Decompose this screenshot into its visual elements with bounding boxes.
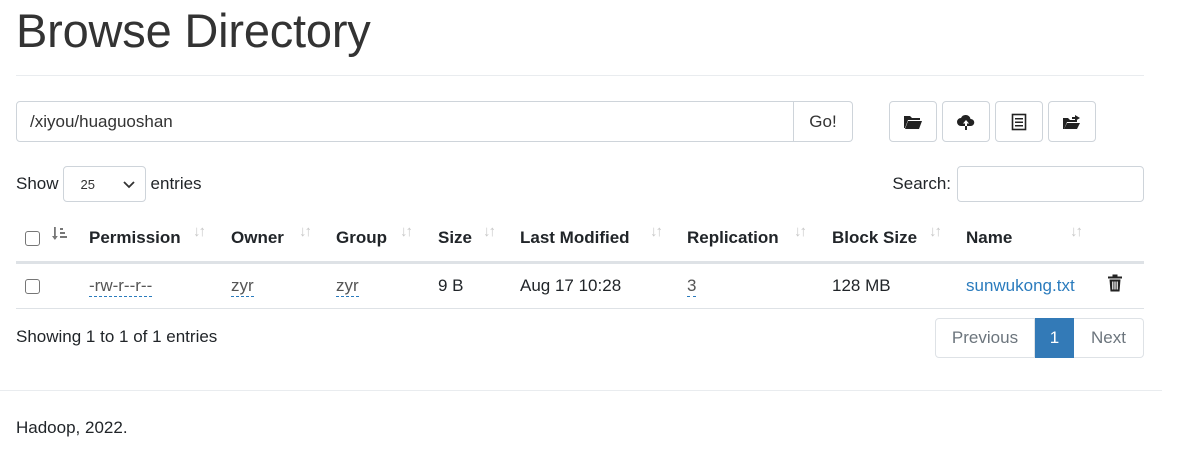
- column-label: Replication: [687, 228, 779, 248]
- entries-label: entries: [150, 174, 202, 193]
- sort-icon: ↓↑: [794, 223, 807, 240]
- column-block-size[interactable]: Block Size ↓↑: [832, 216, 966, 264]
- column-label: Size: [438, 228, 473, 248]
- group-cell: zyr: [336, 262, 438, 309]
- column-owner[interactable]: Owner ↓↑: [231, 216, 336, 264]
- size-cell: 9 B: [438, 262, 520, 309]
- search-input[interactable]: [957, 166, 1144, 202]
- sort-amount-icon[interactable]: [52, 226, 68, 247]
- sort-icon: ↓↑: [483, 223, 496, 240]
- page-button-current[interactable]: 1: [1035, 318, 1074, 358]
- sort-icon: ↓↑: [1070, 223, 1083, 240]
- path-bar: Go!: [16, 101, 853, 142]
- column-label: Name: [966, 228, 1013, 248]
- delete-icon[interactable]: [1107, 274, 1123, 297]
- owner-cell: zyr: [231, 262, 336, 309]
- replication-value[interactable]: 3: [687, 275, 697, 297]
- table-header-row: Permission ↓↑ Owner ↓↑ Group ↓↑ Size ↓↑ Last…: [16, 216, 1144, 264]
- column-label: Group: [336, 228, 387, 248]
- header-divider: [16, 75, 1144, 76]
- next-button[interactable]: Next: [1074, 318, 1144, 358]
- column-size[interactable]: Size ↓↑: [438, 216, 520, 264]
- permission-cell: -rw-r--r--: [89, 262, 231, 309]
- length-menu: Show 25 entries: [16, 166, 202, 202]
- sort-icon: ↓↑: [299, 223, 312, 240]
- page-title: Browse Directory: [16, 4, 371, 57]
- replication-cell: 3: [687, 262, 832, 309]
- table-info: Showing 1 to 1 of 1 entries: [16, 327, 218, 346]
- block-size-cell: 128 MB: [832, 262, 966, 309]
- permission-value[interactable]: -rw-r--r--: [89, 275, 153, 297]
- move-button[interactable]: [1048, 101, 1096, 142]
- column-last-modified[interactable]: Last Modified ↓↑: [520, 216, 687, 264]
- actions-cell: [1107, 262, 1144, 309]
- column-replication[interactable]: Replication ↓↑: [687, 216, 832, 264]
- column-label: Block Size: [832, 228, 918, 248]
- folder-move-icon: [1062, 114, 1082, 130]
- upload-button[interactable]: [942, 101, 990, 142]
- sort-icon: ↓↑: [929, 223, 942, 240]
- toolbar: [889, 101, 1101, 142]
- row-select-cell: [16, 262, 89, 309]
- list-document-icon: [1011, 113, 1027, 131]
- pagination: Previous 1 Next: [935, 318, 1144, 358]
- name-cell: sunwukong.txt: [966, 262, 1107, 309]
- show-label: Show: [16, 174, 59, 193]
- table-row: -rw-r--r-- zyr zyr 9 B Aug 17 10:28 3 12…: [16, 262, 1144, 309]
- entries-select[interactable]: 25: [62, 166, 146, 202]
- last-modified-cell: Aug 17 10:28: [520, 262, 687, 309]
- chevron-down-icon: [122, 177, 135, 192]
- column-label: Last Modified: [520, 228, 630, 248]
- column-actions: [1107, 216, 1144, 264]
- sort-icon: ↓↑: [400, 223, 413, 240]
- entries-select-value: 25: [80, 176, 95, 192]
- path-input[interactable]: [16, 101, 794, 142]
- column-permission[interactable]: Permission ↓↑: [89, 216, 231, 264]
- file-table: Permission ↓↑ Owner ↓↑ Group ↓↑ Size ↓↑ Last…: [16, 216, 1144, 309]
- column-label: Permission: [89, 228, 181, 248]
- previous-button[interactable]: Previous: [935, 318, 1035, 358]
- sort-icon: ↓↑: [193, 223, 206, 240]
- sort-icon: ↓↑: [650, 223, 663, 240]
- column-group[interactable]: Group ↓↑: [336, 216, 438, 264]
- row-checkbox[interactable]: [25, 278, 40, 294]
- column-name[interactable]: Name ↓↑: [966, 216, 1107, 264]
- owner-value[interactable]: zyr: [231, 275, 254, 297]
- group-value[interactable]: zyr: [336, 275, 359, 297]
- select-all-checkbox[interactable]: [25, 231, 40, 247]
- select-all-header: [16, 216, 89, 264]
- folder-open-icon: [903, 114, 923, 130]
- file-list-button[interactable]: [995, 101, 1043, 142]
- footer-text: Hadoop, 2022.: [16, 418, 128, 437]
- footer-divider: [0, 390, 1162, 391]
- go-button[interactable]: Go!: [794, 101, 853, 142]
- cloud-upload-icon: [956, 114, 976, 130]
- file-name-link[interactable]: sunwukong.txt: [966, 276, 1075, 295]
- search-bar: Search:: [892, 166, 1144, 202]
- column-label: Owner: [231, 228, 284, 248]
- search-label: Search:: [892, 174, 951, 193]
- create-directory-button[interactable]: [889, 101, 937, 142]
